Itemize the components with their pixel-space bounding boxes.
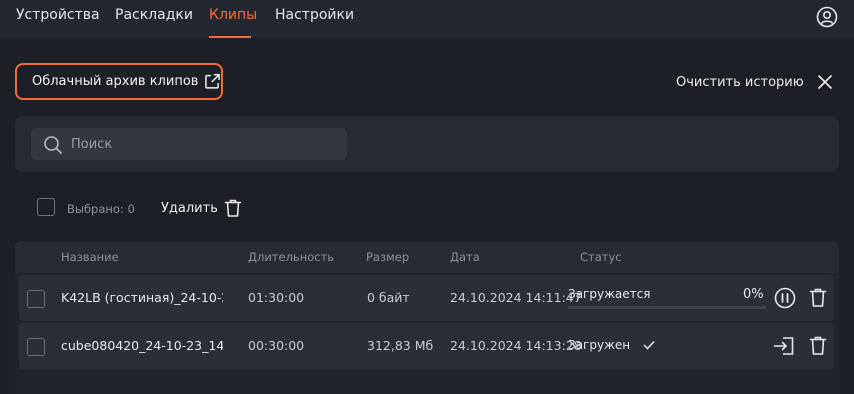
search-input[interactable] bbox=[71, 128, 341, 160]
delete-selected-button[interactable]: Удалить bbox=[161, 197, 242, 219]
progress-bar bbox=[568, 306, 766, 309]
tab-settings[interactable]: Настройки bbox=[275, 7, 354, 23]
clip-duration: 01:30:00 bbox=[248, 290, 305, 305]
status-badge: Загружается bbox=[568, 287, 651, 301]
table-header: Название Длительность Размер Дата Статус bbox=[15, 241, 839, 273]
select-all-checkbox[interactable] bbox=[37, 198, 55, 216]
clip-name: cube080420_24-10-23_14-13-28 bbox=[61, 338, 223, 353]
active-tab-indicator bbox=[209, 36, 251, 38]
row-checkbox[interactable] bbox=[27, 338, 45, 356]
cloud-archive-label: Облачный архив клипов bbox=[32, 74, 199, 89]
trash-icon bbox=[224, 199, 242, 217]
cloud-archive-button[interactable]: Облачный архив клипов bbox=[15, 63, 223, 100]
tab-layouts[interactable]: Раскладки bbox=[115, 7, 193, 23]
table-row[interactable]: cube080420_24-10-23_14-13-28 00:30:00 31… bbox=[19, 323, 834, 369]
table-row[interactable]: K42LB (гостиная)_24-10-23_14-11-47 01:30… bbox=[19, 275, 834, 321]
search-panel bbox=[15, 116, 839, 172]
check-icon bbox=[643, 340, 655, 350]
trash-icon[interactable] bbox=[809, 335, 827, 356]
clear-history-button[interactable]: Очистить историю bbox=[676, 72, 832, 92]
clip-date: 24.10.2024 14:13:28 bbox=[450, 338, 582, 353]
clip-size: 0 байт bbox=[367, 290, 410, 305]
close-icon bbox=[817, 75, 832, 89]
external-link-icon bbox=[205, 73, 221, 89]
pause-icon[interactable] bbox=[774, 287, 796, 309]
selected-count: Выбрано: 0 bbox=[67, 202, 135, 216]
user-circle-icon[interactable] bbox=[816, 6, 838, 28]
table-body: K42LB (гостиная)_24-10-23_14-11-47 01:30… bbox=[15, 273, 839, 394]
column-size[interactable]: Размер bbox=[366, 250, 409, 264]
trash-icon[interactable] bbox=[809, 287, 827, 308]
column-status[interactable]: Статус bbox=[580, 250, 622, 264]
clip-size: 312,83 Мб bbox=[367, 338, 434, 353]
search-icon bbox=[44, 136, 62, 154]
delete-label: Удалить bbox=[161, 200, 218, 216]
tab-clips[interactable]: Клипы bbox=[209, 7, 257, 23]
top-nav: Устройства Раскладки Клипы Настройки bbox=[0, 0, 854, 38]
progress-percent: 0% bbox=[743, 287, 764, 302]
column-duration[interactable]: Длительность bbox=[248, 250, 334, 264]
column-date[interactable]: Дата bbox=[450, 250, 480, 264]
search-box bbox=[31, 128, 347, 160]
column-name[interactable]: Название bbox=[61, 250, 119, 264]
clear-history-label: Очистить историю bbox=[676, 74, 804, 90]
clip-name: K42LB (гостиная)_24-10-23_14-11-47 bbox=[61, 290, 223, 305]
tab-devices[interactable]: Устройства bbox=[16, 7, 100, 23]
status-badge: Загружен bbox=[568, 338, 631, 352]
clip-date: 24.10.2024 14:11:47 bbox=[450, 290, 582, 305]
clip-duration: 00:30:00 bbox=[248, 338, 305, 353]
export-icon[interactable] bbox=[773, 336, 795, 356]
row-checkbox[interactable] bbox=[27, 290, 45, 308]
